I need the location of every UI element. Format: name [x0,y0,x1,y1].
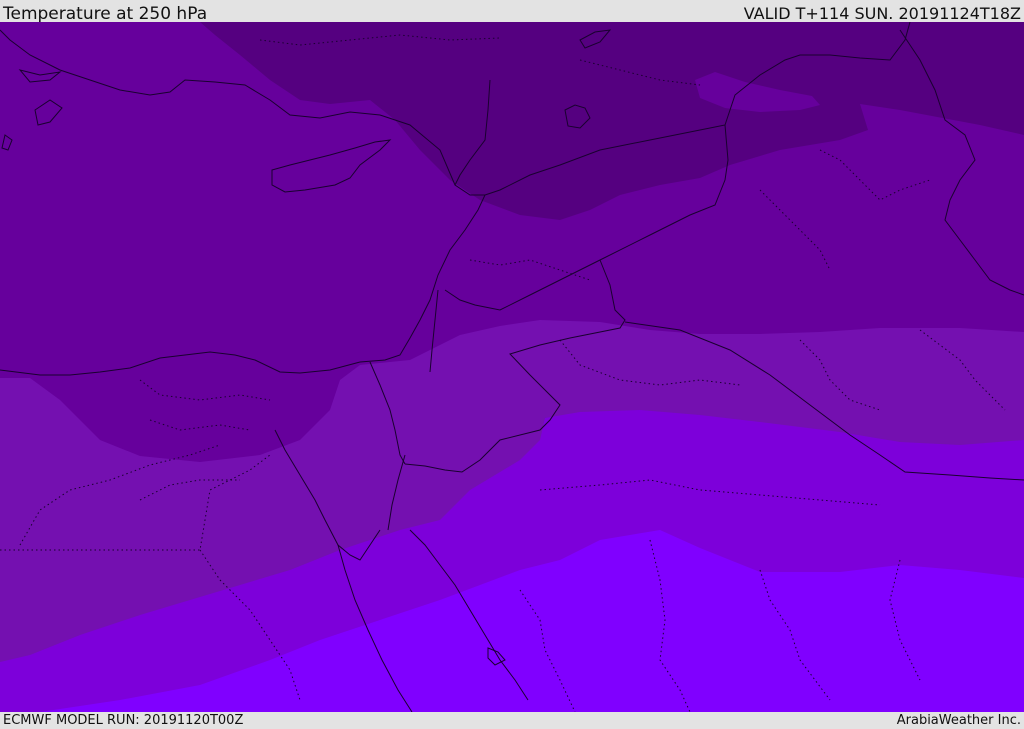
map-title: Temperature at 250 hPa [3,4,208,24]
temperature-map[interactable] [0,22,1024,712]
credit-label: ArabiaWeather Inc. [896,713,1021,728]
map-canvas [0,22,1024,712]
valid-time-label: VALID T+114 SUN. 20191124T18Z [743,4,1021,23]
header-bar: Temperature at 250 hPa VALID T+114 SUN. … [0,0,1024,24]
model-run-label: ECMWF MODEL RUN: 20191120T00Z [3,713,244,728]
footer-bar: ECMWF MODEL RUN: 20191120T00Z ArabiaWeat… [0,712,1024,729]
